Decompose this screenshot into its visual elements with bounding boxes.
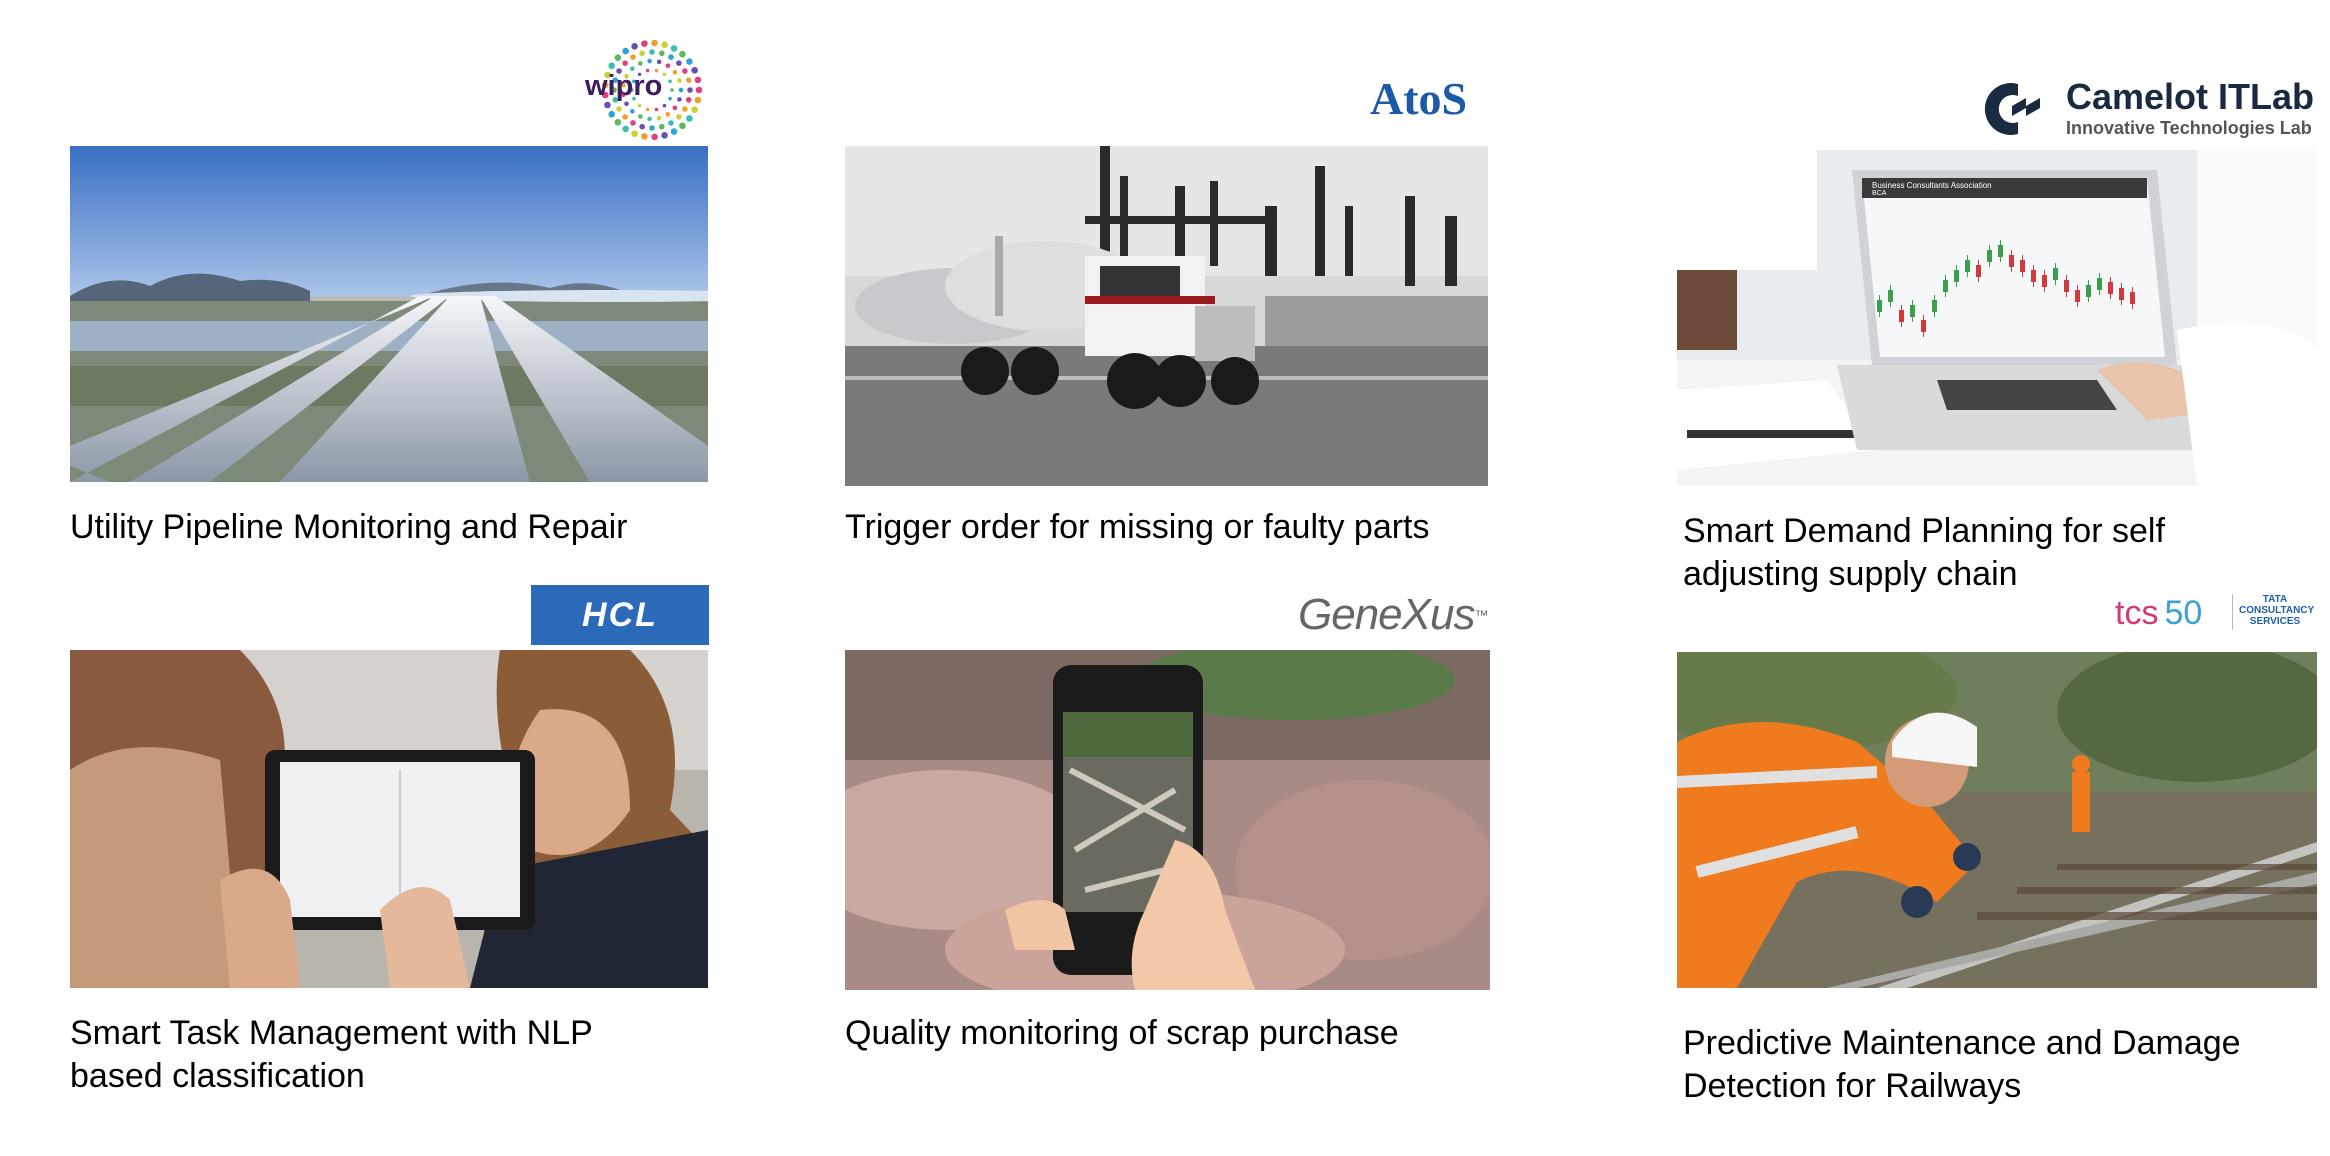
camelot-logo: Camelot ITLab Innovative Technologies La… [1970,76,2314,142]
genexus-tm: ™ [1474,607,1488,623]
railway-worker-photo [1677,652,2317,988]
wipro-logo: wipro [580,39,704,141]
camelot-subtitle: Innovative Technologies Lab [2066,118,2312,138]
tanker-truck-photo [845,146,1488,486]
card-caption-tablet: Smart Task Management with NLP based cla… [70,1014,593,1095]
chart-screen-sub: BCA [1872,190,1887,197]
wipro-wordmark: wipro [585,70,663,102]
tata-line-2: CONSULTANCY [2239,605,2315,616]
tata-line-3: SERVICES [2249,616,2301,627]
pipeline-photo [70,146,708,482]
tcs-divider [2232,594,2233,630]
card-caption-scrap: Quality monitoring of scrap purchase [845,1014,1399,1052]
laptop-chart-photo: Business Consultants Association BCA [1677,150,2317,486]
genexus-wordmark: GeneXus [1298,590,1475,639]
atos-logo: AtoS [1370,73,1468,124]
chart-screen-header: Business Consultants Association [1872,181,1992,190]
card-caption-laptop: Smart Demand Planning for self adjusting… [1683,512,2165,593]
tata-line-1: TATA [2262,594,2288,605]
tcs-text: tcs [2115,594,2159,632]
card-caption-truck: Trigger order for missing or faulty part… [845,508,1430,546]
hcl-logo: HCL [531,585,709,645]
camelot-c-icon [1984,83,2040,135]
camelot-name: Camelot ITLab [2066,76,2315,117]
tcs-logo: tcs 50 TATA CONSULTANCY SERVICES [2115,590,2315,636]
phone-scrap-photo [845,650,1490,990]
genexus-logo: GeneXus™ [1298,590,1488,639]
card-caption-pipeline: Utility Pipeline Monitoring and Repair [70,508,628,546]
tcs-50: 50 [2164,594,2203,632]
tata-consultancy-label: TATA CONSULTANCY SERVICES [2239,594,2315,627]
tablet-meeting-photo [70,650,708,988]
card-caption-railway: Predictive Maintenance and Damage Detect… [1683,1024,2241,1105]
tcs-wordmark: tcs 50 [2115,596,2202,630]
